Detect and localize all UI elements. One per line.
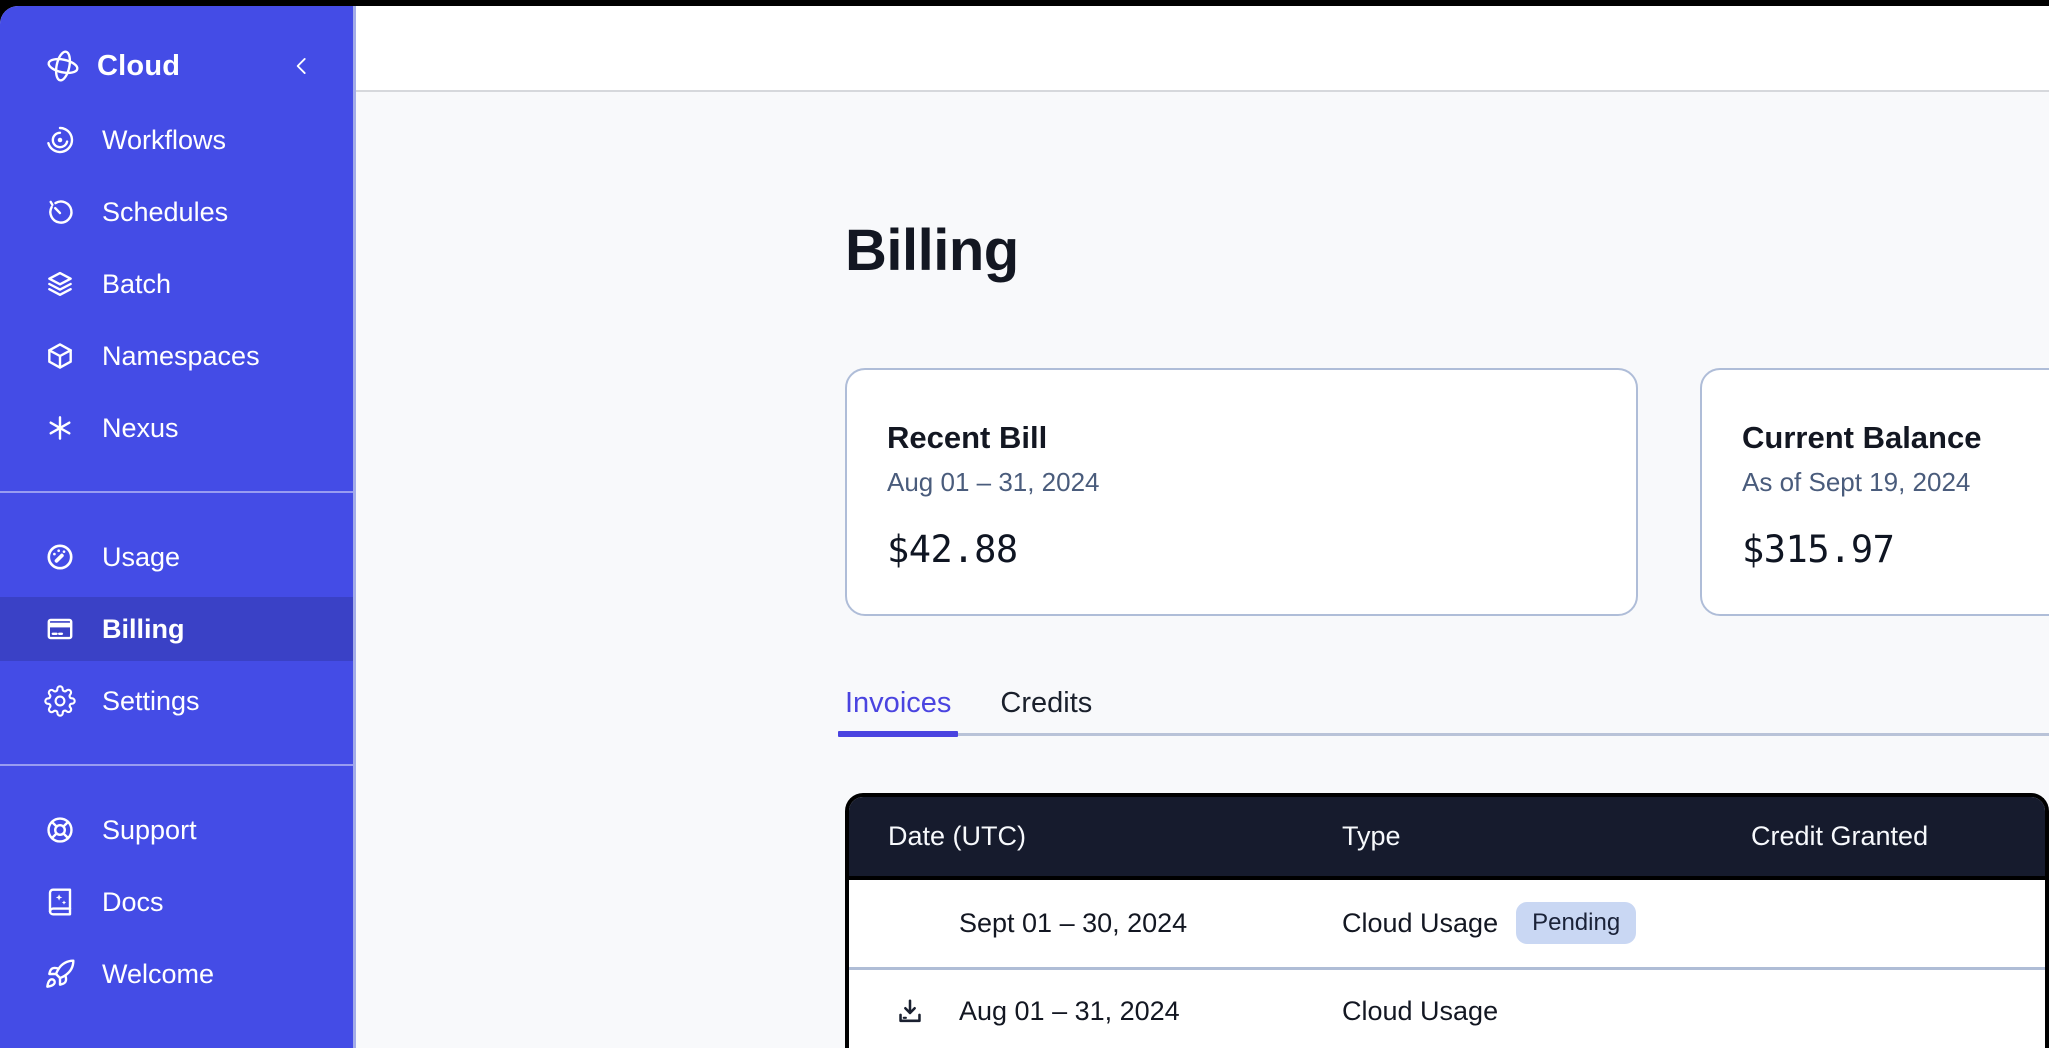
brand: Cloud [0, 34, 353, 98]
tab-credits[interactable]: Credits [1000, 687, 1092, 733]
top-bar [356, 6, 2049, 92]
sidebar-item-label: Settings [102, 686, 200, 717]
sidebar-item-welcome[interactable]: Welcome [0, 938, 353, 1010]
welcome-icon [44, 958, 76, 990]
sidebar-item-label: Welcome [102, 959, 214, 990]
usage-icon [44, 541, 76, 573]
sidebar-item-label: Nexus [102, 413, 179, 444]
sidebar-item-schedules[interactable]: Schedules [0, 176, 353, 248]
temporal-cloud-logo-icon [44, 47, 82, 85]
sidebar-item-settings[interactable]: Settings [0, 665, 353, 737]
status-badge: Pending [1516, 902, 1636, 944]
current-balance-amount: $315.97 [1742, 528, 2049, 571]
sidebar-item-label: Support [102, 815, 197, 846]
column-header-date: Date (UTC) [849, 821, 1342, 852]
sidebar-divider [0, 491, 353, 493]
table-header: Date (UTC) Type Credit Granted [849, 797, 2045, 880]
settings-icon [44, 685, 76, 717]
sidebar-item-label: Schedules [102, 197, 228, 228]
page-title: Billing [845, 216, 2049, 286]
sidebar-item-docs[interactable]: Docs [0, 866, 353, 938]
sidebar-item-usage[interactable]: Usage [0, 521, 353, 593]
sidebar-item-workflows[interactable]: Workflows [0, 104, 353, 176]
column-header-credit-granted: Credit Granted [1751, 821, 2045, 852]
support-icon [44, 814, 76, 846]
sidebar-item-label: Namespaces [102, 341, 260, 372]
invoice-type: Cloud Usage [1342, 908, 1498, 939]
card-title: Current Balance [1742, 420, 2049, 456]
card-subtitle: As of Sept 19, 2024 [1742, 467, 2049, 498]
card-title: Recent Bill [887, 420, 1596, 456]
schedules-icon [44, 196, 76, 228]
sidebar-item-namespaces[interactable]: Namespaces [0, 320, 353, 392]
invoice-date: Sept 01 – 30, 2024 [959, 908, 1187, 939]
tab-invoices[interactable]: Invoices [845, 687, 951, 733]
batch-icon [44, 268, 76, 300]
sidebar-item-label: Batch [102, 269, 171, 300]
sidebar-item-label: Billing [102, 614, 185, 645]
sidebar-divider [0, 764, 353, 766]
sidebar-item-nexus[interactable]: Nexus [0, 392, 353, 464]
invoice-type: Cloud Usage [1342, 996, 1498, 1027]
sidebar-item-label: Docs [102, 887, 164, 918]
sidebar-item-batch[interactable]: Batch [0, 248, 353, 320]
invoice-date: Aug 01 – 31, 2024 [959, 996, 1180, 1027]
sidebar-item-support[interactable]: Support [0, 794, 353, 866]
column-header-type: Type [1342, 821, 1751, 852]
card-subtitle: Aug 01 – 31, 2024 [887, 467, 1596, 498]
nexus-icon [44, 412, 76, 444]
sidebar-item-label: Usage [102, 542, 180, 573]
summary-cards: Recent Bill Aug 01 – 31, 2024 $42.88 Cur… [845, 368, 2049, 616]
billing-content: Billing Recent Bill Aug 01 – 31, 2024 $4… [845, 216, 2049, 1048]
sidebar-nav: Workflows Schedules [0, 104, 353, 1010]
recent-bill-amount: $42.88 [887, 528, 1596, 571]
table-row: Aug 01 – 31, 2024 Cloud Usage [849, 967, 2045, 1048]
row-icon-slot [888, 996, 959, 1028]
recent-bill-card: Recent Bill Aug 01 – 31, 2024 $42.88 [845, 368, 1638, 616]
sidebar-item-billing[interactable]: Billing [0, 597, 353, 661]
namespaces-icon [44, 340, 76, 372]
billing-tabs: Invoices Credits [845, 687, 2049, 736]
invoices-table: Date (UTC) Type Credit Granted Sept 01 –… [845, 793, 2049, 1048]
table-row: Sept 01 – 30, 2024 Cloud Usage Pending [849, 880, 2045, 967]
docs-icon [44, 886, 76, 918]
sidebar-item-label: Workflows [102, 125, 226, 156]
sidebar-collapse-button[interactable] [289, 53, 315, 79]
sidebar: Cloud Workflows [0, 6, 356, 1048]
brand-label: Cloud [97, 50, 180, 83]
main-area: Billing Recent Bill Aug 01 – 31, 2024 $4… [356, 6, 2049, 1048]
workflows-icon [44, 124, 76, 156]
current-balance-card: Current Balance As of Sept 19, 2024 $315… [1700, 368, 2049, 616]
billing-icon [44, 613, 76, 645]
download-invoice-button[interactable] [894, 996, 926, 1028]
app-window: Cloud Workflows [0, 6, 2049, 1048]
